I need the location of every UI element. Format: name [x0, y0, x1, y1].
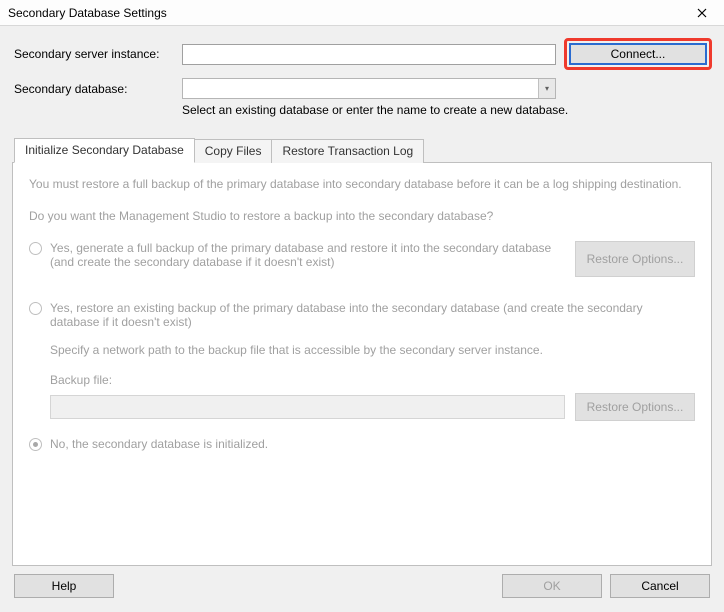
- chevron-down-icon[interactable]: ▾: [538, 79, 555, 98]
- tab-strip: Initialize Secondary Database Copy Files…: [12, 137, 712, 162]
- close-button[interactable]: [684, 0, 720, 25]
- secondary-database-input[interactable]: [182, 78, 556, 99]
- tab-host: Initialize Secondary Database Copy Files…: [12, 137, 712, 566]
- option-1-group: Yes, generate a full backup of the prima…: [29, 241, 695, 283]
- specify-path-text: Specify a network path to the backup fil…: [50, 343, 695, 357]
- row-server-instance: Secondary server instance: Connect...: [12, 38, 712, 70]
- ok-button[interactable]: OK: [502, 574, 602, 598]
- tab-initialize[interactable]: Initialize Secondary Database: [14, 138, 195, 163]
- option-2-label: Yes, restore an existing backup of the p…: [50, 301, 695, 329]
- connect-button[interactable]: Connect...: [569, 43, 707, 65]
- backup-file-row: Restore Options...: [50, 393, 695, 421]
- restore-options-button-2[interactable]: Restore Options...: [575, 393, 695, 421]
- option-1-label: Yes, generate a full backup of the prima…: [50, 241, 561, 269]
- connect-highlight: Connect...: [564, 38, 712, 70]
- tab-copy-files[interactable]: Copy Files: [194, 139, 273, 163]
- option-3-row: No, the secondary database is initialize…: [29, 437, 695, 451]
- cancel-button[interactable]: Cancel: [610, 574, 710, 598]
- helper-text: Select an existing database or enter the…: [182, 103, 712, 117]
- window-title: Secondary Database Settings: [8, 6, 684, 20]
- dialog-window: Secondary Database Settings Secondary se…: [0, 0, 724, 612]
- backup-file-label: Backup file:: [50, 373, 695, 387]
- button-bar: Help OK Cancel: [12, 566, 712, 606]
- label-secondary-database: Secondary database:: [12, 82, 182, 96]
- tab-panel-initialize: You must restore a full backup of the pr…: [12, 162, 712, 566]
- content-area: Secondary server instance: Connect... Se…: [0, 26, 724, 612]
- option-1-row: Yes, generate a full backup of the prima…: [29, 241, 561, 269]
- secondary-database-combo[interactable]: ▾: [182, 78, 556, 99]
- radio-option-1[interactable]: [29, 242, 42, 255]
- server-instance-input[interactable]: [182, 44, 556, 65]
- radio-option-2[interactable]: [29, 302, 42, 315]
- option-2-row: Yes, restore an existing backup of the p…: [29, 301, 695, 329]
- titlebar: Secondary Database Settings: [0, 0, 724, 26]
- help-button[interactable]: Help: [14, 574, 114, 598]
- panel-intro: You must restore a full backup of the pr…: [29, 177, 695, 191]
- option-3-label: No, the secondary database is initialize…: [50, 437, 695, 451]
- panel-question: Do you want the Management Studio to res…: [29, 209, 695, 223]
- close-icon: [697, 8, 707, 18]
- tab-restore-log[interactable]: Restore Transaction Log: [271, 139, 424, 163]
- backup-file-input[interactable]: [50, 395, 565, 419]
- row-secondary-database: Secondary database: ▾: [12, 78, 712, 99]
- label-server-instance: Secondary server instance:: [12, 47, 182, 61]
- radio-option-3[interactable]: [29, 438, 42, 451]
- restore-options-button-1[interactable]: Restore Options...: [575, 241, 695, 277]
